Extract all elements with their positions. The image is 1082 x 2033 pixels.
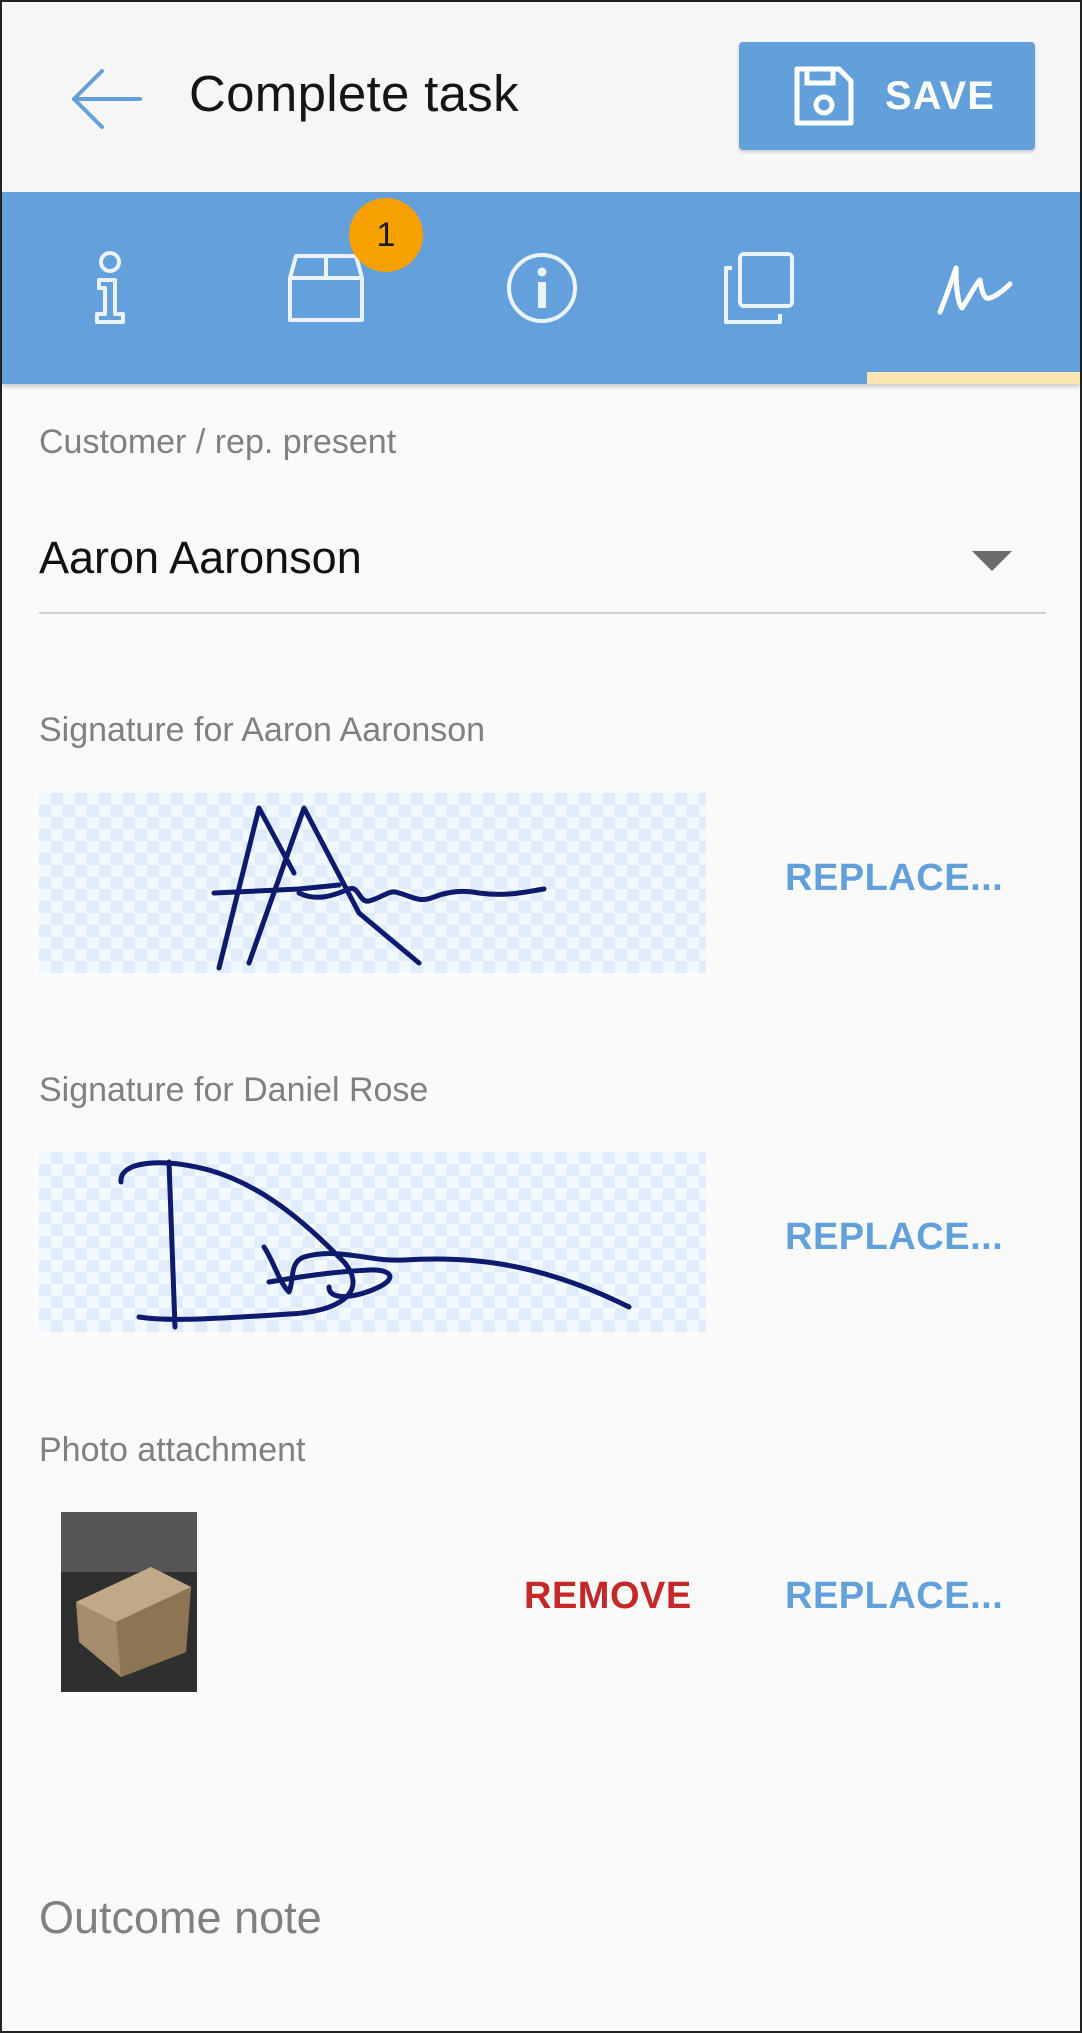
page-title: Complete task [189,65,519,122]
dropdown-arrow-icon [972,551,1012,571]
replace-signature2-button[interactable]: REPLACE... [785,1216,1003,1259]
tab-info[interactable] [2,192,217,384]
customer-select[interactable]: Aaron Aaronson [39,512,1046,614]
tab-signature[interactable] [866,192,1081,384]
tab-copies[interactable] [650,192,865,384]
signature2-label: Signature for Daniel Rose [39,1071,429,1109]
signature1-image [39,793,706,973]
signature2-image [39,1152,706,1332]
customer-select-value: Aaron Aaronson [39,532,362,583]
photo-thumbnail[interactable] [61,1512,197,1692]
tab-bar: 1 [2,192,1080,384]
signature1-label: Signature for Aaron Aaronson [39,711,486,749]
selected-tab-indicator [867,372,1080,384]
info-circle-icon [506,253,577,323]
back-button[interactable] [62,57,152,142]
tab-details[interactable] [434,192,649,384]
info-icon [94,251,125,324]
remove-photo-button[interactable]: REMOVE [524,1575,692,1618]
customer-label: Customer / rep. present [39,423,397,461]
package-icon [287,254,364,322]
copy-icon [723,252,794,324]
signature-icon [937,265,1012,315]
app-bar: Complete task SAVE [2,2,1080,192]
tab-badge: 1 [349,198,423,272]
save-button[interactable]: SAVE [739,42,1035,150]
arrow-left-icon [72,69,142,129]
outcome-note-field[interactable]: Outcome note [39,1892,322,1944]
box-photo-image [61,1512,197,1692]
save-button-label: SAVE [885,74,995,118]
replace-signature1-button[interactable]: REPLACE... [785,857,1003,900]
photo-label: Photo attachment [39,1431,306,1469]
floppy-disk-icon [794,66,854,126]
replace-photo-button[interactable]: REPLACE... [785,1575,1003,1618]
